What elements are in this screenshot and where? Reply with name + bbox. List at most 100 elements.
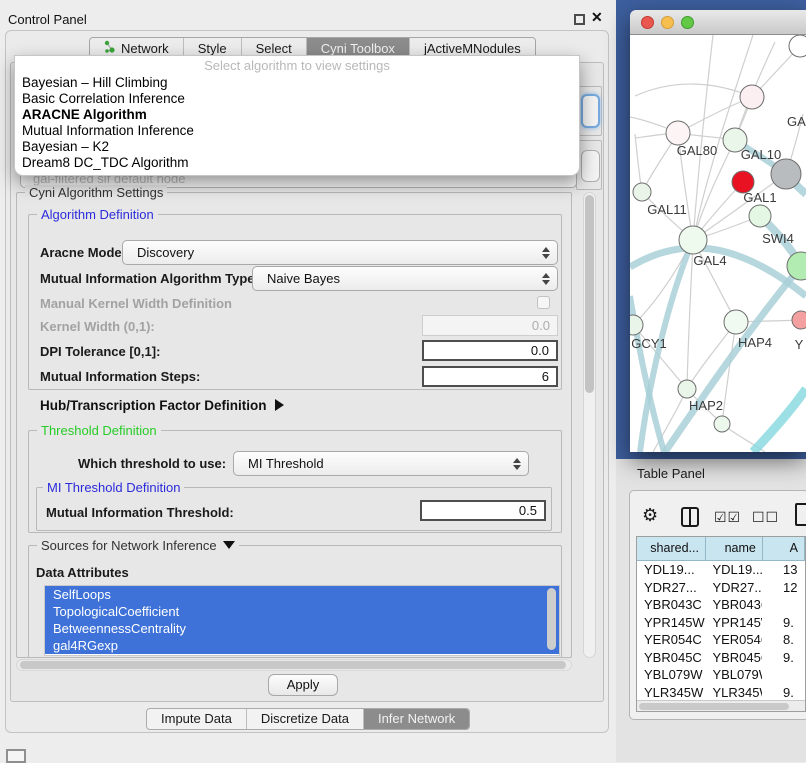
- network-node[interactable]: [714, 416, 730, 432]
- network-edge[interactable]: [753, 389, 806, 452]
- column-view-icon[interactable]: [681, 507, 699, 527]
- network-select-combo-fragment[interactable]: [581, 150, 600, 182]
- kernel-width-field[interactable]: 0.0: [422, 315, 558, 336]
- mi-type-value: Naive Bayes: [267, 271, 340, 286]
- algorithm-dropdown-popup: Select algorithm to view settings Bayesi…: [14, 55, 580, 176]
- document-icon[interactable]: [795, 503, 806, 526]
- table-row[interactable]: YBL079WYBL079W: [637, 666, 805, 684]
- attribute-item-topologicalcoefficient[interactable]: TopologicalCoefficient: [45, 603, 559, 620]
- apply-button[interactable]: Apply: [268, 674, 338, 696]
- network-canvas[interactable]: GALGAL80GAL10GAL1GAL11SWI4GAL4GCY1HAP4YH…: [630, 35, 806, 452]
- stepper-icon: [513, 458, 521, 470]
- table-cell: YDR27...: [705, 579, 762, 597]
- data-attributes-list[interactable]: SelfLoopsTopologicalCoefficientBetweenne…: [44, 585, 560, 656]
- scrollbar-thumb[interactable]: [639, 703, 789, 710]
- deselect-all-checkboxes-icon[interactable]: ☐☐: [752, 509, 779, 526]
- node-table[interactable]: shared...nameAYDL19...YDL19...13YDR27...…: [636, 536, 806, 712]
- table-cell: YER054C: [705, 631, 762, 649]
- select-all-checkboxes-icon[interactable]: ☑☑: [714, 509, 741, 526]
- mi-type-combo[interactable]: Naive Bayes: [252, 266, 558, 291]
- sources-legend-label: Sources for Network Inference: [41, 538, 217, 553]
- gear-icon[interactable]: ⚙: [642, 505, 658, 526]
- scrollbar-thumb[interactable]: [20, 661, 566, 669]
- table-row[interactable]: YLR345WYLR345W9.: [637, 684, 805, 702]
- table-row[interactable]: YDL19...YDL19...13: [637, 561, 805, 579]
- manual-kernel-checkbox[interactable]: [537, 296, 550, 309]
- aracne-mode-value: Discovery: [137, 245, 194, 260]
- table-panel-title: Table Panel: [637, 466, 705, 481]
- table-cell: 9.: [762, 614, 805, 632]
- hub-definition-expander[interactable]: Hub/Transcription Factor Definition: [40, 398, 284, 413]
- network-node[interactable]: [771, 159, 801, 189]
- table-row[interactable]: YBR045CYBR045C9.: [637, 649, 805, 667]
- algorithm-option-bayesian-k2[interactable]: Bayesian – K2: [15, 139, 579, 155]
- attribute-item-betweennesscentrality[interactable]: BetweennessCentrality: [45, 620, 559, 637]
- minimized-panel-icon[interactable]: [6, 749, 26, 763]
- close-icon[interactable]: ✕: [591, 9, 603, 26]
- table-row[interactable]: YER054CYER054C8.: [637, 631, 805, 649]
- mi-steps-field[interactable]: 6: [422, 366, 558, 387]
- table-horizontal-scrollbar[interactable]: [637, 700, 805, 711]
- table-row[interactable]: YDR27...YDR27...12: [637, 579, 805, 597]
- column-header-a[interactable]: A: [763, 537, 805, 561]
- network-node[interactable]: [666, 121, 690, 145]
- sources-legend[interactable]: Sources for Network Inference: [37, 538, 239, 553]
- network-window-titlebar[interactable]: [630, 10, 806, 35]
- table-row[interactable]: YPR145WYPR145W9.: [637, 614, 805, 632]
- float-window-button[interactable]: [574, 14, 585, 25]
- mi-threshold-field[interactable]: 0.5: [420, 500, 546, 521]
- column-header-shared[interactable]: shared...: [637, 537, 706, 561]
- algorithm-definition-legend: Algorithm Definition: [37, 207, 158, 222]
- mi-threshold-label: Mutual Information Threshold:: [46, 505, 234, 520]
- dpi-tolerance-label: DPI Tolerance [0,1]:: [40, 344, 160, 359]
- algorithm-option-mutual-information-inference[interactable]: Mutual Information Inference: [15, 123, 579, 139]
- settings-horizontal-scrollbar[interactable]: [16, 659, 572, 671]
- algorithm-option-bayesian-hill-climbing[interactable]: Bayesian – Hill Climbing: [15, 75, 579, 91]
- table-cell: 12: [762, 579, 805, 597]
- algorithm-select-combo-fragment[interactable]: [581, 94, 600, 128]
- cyni-bottom-tab-bar: Impute DataDiscretize DataInfer Network: [146, 708, 470, 730]
- expander-right-icon: [275, 399, 284, 411]
- node-label: GAL11: [647, 202, 687, 217]
- algorithm-option-aracne-algorithm[interactable]: ARACNE Algorithm: [15, 107, 579, 123]
- close-traffic-light-icon[interactable]: [641, 16, 654, 29]
- algorithm-option-basic-correlation-inference[interactable]: Basic Correlation Inference: [15, 91, 579, 107]
- network-node[interactable]: [630, 315, 643, 335]
- minimize-traffic-light-icon[interactable]: [661, 16, 674, 29]
- table-cell: YBR043C: [705, 596, 762, 614]
- network-edge[interactable]: [687, 240, 693, 389]
- network-node[interactable]: [789, 35, 806, 57]
- table-cell: YER054C: [637, 631, 705, 649]
- dpi-tolerance-field[interactable]: 0.0: [422, 340, 558, 361]
- attribute-item-selfloops[interactable]: SelfLoops: [45, 586, 559, 603]
- tab-label: Cyni Toolbox: [321, 41, 395, 56]
- network-node[interactable]: [633, 183, 651, 201]
- node-label: GCY1: [631, 336, 666, 351]
- network-node[interactable]: [749, 205, 771, 227]
- table-cell: YBR043C: [637, 596, 705, 614]
- algorithm-option-dream8-dc-tdc-algorithm[interactable]: Dream8 DC_TDC Algorithm: [15, 155, 579, 171]
- table-row[interactable]: YBR043CYBR043C: [637, 596, 805, 614]
- settings-vertical-scrollbar[interactable]: [583, 192, 596, 658]
- aracne-mode-combo[interactable]: Discovery: [122, 240, 558, 265]
- manual-kernel-label: Manual Kernel Width Definition: [40, 296, 232, 311]
- column-header-name[interactable]: name: [706, 537, 763, 561]
- table-cell: YDR27...: [637, 579, 705, 597]
- tab-label: jActiveMNodules: [424, 41, 521, 56]
- zoom-traffic-light-icon[interactable]: [681, 16, 694, 29]
- tab-impute-data[interactable]: Impute Data: [147, 709, 247, 729]
- tab-discretize-data[interactable]: Discretize Data: [247, 709, 364, 729]
- which-threshold-combo[interactable]: MI Threshold: [233, 451, 529, 476]
- mi-threshold-definition-legend: MI Threshold Definition: [43, 480, 184, 495]
- network-node[interactable]: [678, 380, 696, 398]
- which-threshold-label: Which threshold to use:: [78, 456, 226, 471]
- threshold-definition-legend: Threshold Definition: [37, 423, 161, 438]
- table-cell: 8.: [762, 631, 805, 649]
- tab-infer-network[interactable]: Infer Network: [364, 709, 469, 729]
- network-node[interactable]: [679, 226, 707, 254]
- network-node[interactable]: [724, 310, 748, 334]
- network-node[interactable]: [740, 85, 764, 109]
- attribute-item-gal4rgexp[interactable]: gal4RGexp: [45, 637, 559, 654]
- network-node[interactable]: [792, 311, 806, 329]
- scrollbar-thumb[interactable]: [585, 195, 594, 393]
